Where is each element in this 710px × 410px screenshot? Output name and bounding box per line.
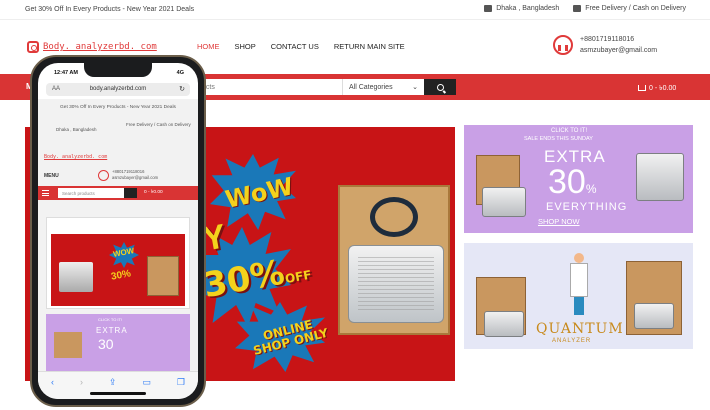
url-text[interactable]: body.analyzerbd.com bbox=[46, 86, 190, 92]
phone-search-button[interactable] bbox=[124, 188, 137, 198]
phone-location-text: Dhaka , Bangladesh bbox=[56, 127, 97, 132]
everything-text: EVERYTHING bbox=[546, 201, 628, 213]
thirty-number: 30 bbox=[548, 163, 586, 201]
truck-icon bbox=[573, 5, 582, 12]
logo-text: Body. analyzerbd. com bbox=[43, 42, 157, 52]
category-value: All Categories bbox=[349, 83, 393, 91]
cart-link[interactable]: 0 - ৳0.00 bbox=[638, 82, 676, 94]
device-image bbox=[636, 153, 684, 201]
device-image bbox=[484, 311, 524, 337]
forward-icon[interactable]: › bbox=[80, 377, 83, 387]
bookmarks-icon[interactable]: ▭ bbox=[142, 377, 151, 388]
location-info: Dhaka , Bangladesh bbox=[484, 5, 559, 12]
category-select[interactable]: All Categories ⌄ bbox=[342, 79, 424, 95]
hero-off-text: OFF bbox=[283, 267, 313, 287]
sale-text: SALE ENDS THIS SUNDAY bbox=[524, 136, 593, 142]
doctor-illustration bbox=[568, 253, 590, 315]
top-bar: Get 30% Off In Every Products - New Year… bbox=[0, 0, 710, 20]
location-text: Dhaka , Bangladesh bbox=[496, 5, 560, 12]
cart-total: 0 - ৳0.00 bbox=[649, 85, 677, 92]
main-nav: HOME SHOP CONTACT US RETURN MAIN SITE bbox=[197, 42, 405, 51]
product-box-image bbox=[54, 332, 82, 358]
phone-delivery-text: Free Delivery / Cash on Delivery bbox=[126, 122, 191, 127]
signal-icon: 4G bbox=[176, 70, 184, 76]
phone-page: Get 30% Off In Every Products - New Year… bbox=[38, 99, 198, 374]
phone-logo-text[interactable]: Body. analyzerbd. com bbox=[44, 154, 107, 160]
phone-cart[interactable]: 0 - ৳0.00 bbox=[144, 189, 163, 197]
nav-return-main-site[interactable]: RETURN MAIN SITE bbox=[334, 42, 405, 51]
logo-icon bbox=[27, 41, 39, 53]
phone-extra-card[interactable]: CLICK TO IT! EXTRA 30 bbox=[46, 314, 190, 374]
shop-now-link[interactable]: SHOP NOW bbox=[538, 217, 580, 226]
back-icon[interactable]: ‹ bbox=[51, 377, 54, 387]
phone-screen: 12:47 AM 4G AA body.analyzerbd.com ↻ Get… bbox=[38, 63, 198, 399]
cable-image bbox=[370, 197, 418, 237]
nav-home[interactable]: HOME bbox=[197, 42, 220, 51]
phone-contact: +8801719118016 asmzubayer@gmail.com bbox=[112, 169, 158, 181]
contact-email[interactable]: asmzubayer@gmail.com bbox=[580, 45, 657, 56]
phone-search-bar: Search products 0 - ৳0.00 bbox=[38, 186, 198, 200]
hamburger-icon[interactable] bbox=[42, 190, 49, 196]
contact-block: +8801719118016 asmzubayer@gmail.com bbox=[553, 34, 657, 56]
status-time: 12:47 AM bbox=[54, 70, 78, 76]
phone-extra-text: EXTRA bbox=[96, 326, 128, 335]
share-icon[interactable]: ⇪ bbox=[109, 377, 117, 388]
reload-icon[interactable]: ↻ bbox=[179, 85, 185, 93]
tabs-icon[interactable]: ❐ bbox=[177, 377, 185, 388]
phone-search-input[interactable]: Search products bbox=[58, 188, 124, 198]
phone-contact-email[interactable]: asmzubayer@gmail.com bbox=[112, 175, 158, 181]
nav-contact-us[interactable]: CONTACT US bbox=[271, 42, 319, 51]
thirty-text: 30% bbox=[548, 163, 597, 202]
cart-icon bbox=[638, 85, 646, 91]
phone-hero-card[interactable]: WOW 30% bbox=[46, 217, 190, 309]
phone-mockup: 12:47 AM 4G AA body.analyzerbd.com ↻ Get… bbox=[30, 55, 206, 407]
home-indicator bbox=[90, 392, 146, 395]
product-image bbox=[338, 185, 450, 335]
search-button[interactable] bbox=[424, 79, 456, 95]
side-banner-extra-30[interactable]: CLICK TO IT! SALE ENDS THIS SUNDAY EXTRA… bbox=[464, 125, 693, 233]
top-bar-info: Dhaka , Bangladesh Free Delivery / Cash … bbox=[484, 5, 686, 12]
search-icon bbox=[436, 83, 444, 91]
quantum-subtitle: ANALYZER bbox=[552, 338, 592, 344]
phone-promo-text: Get 30% Off In Every Products - New Year… bbox=[60, 105, 176, 110]
nav-shop[interactable]: SHOP bbox=[235, 42, 256, 51]
building-icon bbox=[484, 5, 493, 12]
phone-notch bbox=[84, 63, 152, 77]
device-image bbox=[482, 187, 526, 217]
safari-toolbar: ‹ › ⇪ ▭ ❐ bbox=[38, 371, 198, 399]
quantum-title: QUANTUM bbox=[536, 321, 624, 337]
product-box-image bbox=[147, 256, 179, 296]
phone-click-text: CLICK TO IT! bbox=[98, 317, 123, 322]
device-grid bbox=[358, 255, 434, 313]
delivery-info: Free Delivery / Cash on Delivery bbox=[573, 5, 686, 12]
thirty-pct: % bbox=[585, 182, 597, 196]
side-banner-quantum[interactable]: QUANTUM ANALYZER bbox=[464, 243, 693, 349]
click-text: CLICK TO IT! bbox=[551, 128, 588, 134]
phone-30-text: 30% bbox=[110, 268, 132, 283]
device-image bbox=[634, 303, 674, 329]
phone-url-bar[interactable]: AA body.analyzerbd.com ↻ bbox=[46, 83, 190, 96]
promo-text: Get 30% Off In Every Products - New Year… bbox=[25, 6, 195, 13]
phone-hero-image: WOW 30% bbox=[51, 234, 185, 306]
headset-icon bbox=[98, 170, 109, 181]
phone-30-number: 30 bbox=[98, 336, 114, 352]
search-form: All Categories ⌄ bbox=[180, 79, 456, 95]
chevron-down-icon: ⌄ bbox=[412, 84, 418, 91]
site-logo[interactable]: Body. analyzerbd. com bbox=[27, 41, 157, 53]
phone-menu-button[interactable]: MENU bbox=[44, 173, 59, 179]
contact-phone[interactable]: +8801719118016 bbox=[580, 34, 657, 45]
headset-icon bbox=[553, 35, 573, 55]
device-image bbox=[59, 262, 93, 292]
delivery-text: Free Delivery / Cash on Delivery bbox=[585, 5, 686, 12]
